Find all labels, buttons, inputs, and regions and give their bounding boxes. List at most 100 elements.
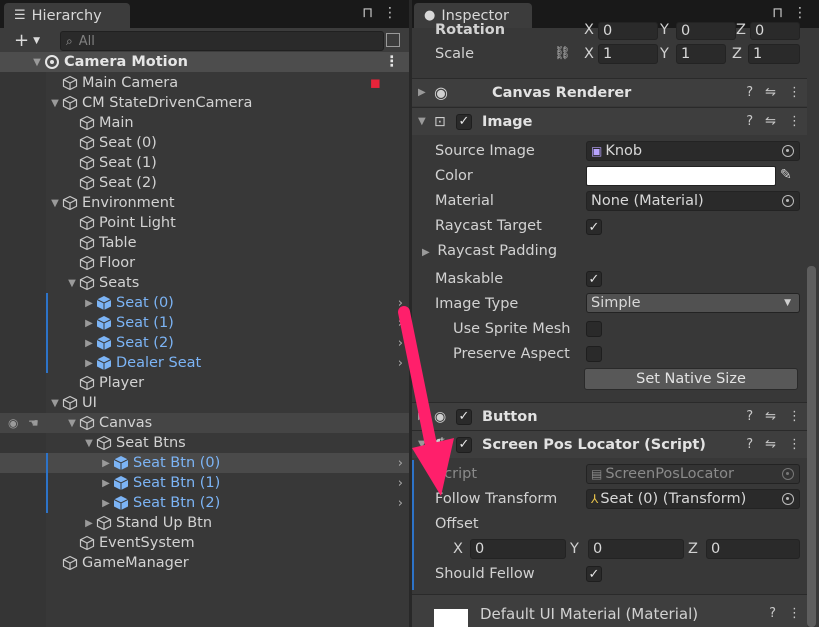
canvas-renderer-header[interactable]: ▶ ◉ Canvas Renderer ? ⇋ ⋮ [412,78,807,106]
lock-icon[interactable]: ⊓ [772,5,783,21]
hierarchy-row[interactable]: Player [0,373,409,393]
open-prefab-chevron-icon[interactable]: › [398,356,403,371]
object-picker-icon[interactable] [782,195,794,207]
inspector-scrollbar[interactable] [807,266,816,627]
collapsed-arrow-icon[interactable]: ▶ [99,458,113,469]
expanded-arrow-icon[interactable]: ▼ [65,278,79,289]
collapsed-arrow-icon[interactable]: ▶ [82,298,96,309]
help-icon[interactable]: ? [746,437,753,452]
search-options-icon[interactable] [386,33,400,47]
set-native-size-button[interactable]: Set Native Size [584,368,798,390]
scale-x-field[interactable]: 1 [598,44,658,64]
help-icon[interactable]: ? [746,85,753,100]
hierarchy-row[interactable]: ▼ Environment [0,193,409,213]
follow-transform-field[interactable]: ⅄ Seat (0) (Transform) [586,489,800,509]
open-prefab-chevron-icon[interactable]: › [398,316,403,331]
preset-icon[interactable]: ⇋ [765,409,776,424]
image-type-dropdown[interactable]: Simple ▼ [586,293,800,313]
rotation-y-field[interactable]: 0 [676,22,736,40]
offset-z-field[interactable]: 0 [706,539,800,559]
material-field[interactable]: None (Material) [586,191,800,211]
hierarchy-row[interactable]: ▶ Stand Up Btn [0,513,409,533]
more-options-icon[interactable]: ⋮ [385,54,400,70]
preserve-aspect-checkbox[interactable] [586,346,602,362]
source-image-field[interactable]: ▣ Knob [586,141,800,161]
hierarchy-row[interactable]: Main [0,113,409,133]
rotation-z-field[interactable]: 0 [750,22,800,40]
button-enabled-checkbox[interactable]: ✓ [456,408,472,425]
expanded-arrow-icon[interactable]: ▼ [48,198,62,209]
help-icon[interactable]: ? [746,114,753,129]
material-header[interactable]: Default UI Material (Material) ? ⋮ [412,594,807,627]
use-sprite-mesh-checkbox[interactable] [586,321,602,337]
scale-y-field[interactable]: 1 [676,44,726,64]
add-button[interactable]: + ▼ [14,28,40,53]
button-header[interactable]: ▶ ◉ ✓ Button ? ⇋ ⋮ [412,402,807,430]
more-options-icon[interactable]: ⋮ [788,437,801,452]
hierarchy-row[interactable]: ▶ Seat (1) › [0,313,409,333]
hierarchy-row[interactable]: Seat (2) [0,173,409,193]
preset-icon[interactable]: ⇋ [765,114,776,129]
more-options-icon[interactable]: ⋮ [788,114,801,129]
eyedropper-icon[interactable]: ✎ [780,167,792,183]
lock-icon[interactable]: ⊓ [362,5,373,21]
hierarchy-row[interactable]: ▼ UI [0,393,409,413]
expanded-arrow-icon[interactable]: ▼ [65,418,79,429]
hierarchy-row[interactable]: Floor [0,253,409,273]
raycast-target-checkbox[interactable]: ✓ [586,219,602,235]
maskable-checkbox[interactable]: ✓ [586,271,602,287]
expanded-arrow-icon[interactable]: ▼ [48,98,62,109]
image-header[interactable]: ▼ ⊡ ✓ Image ? ⇋ ⋮ [412,107,807,135]
hierarchy-row[interactable]: ▶ Dealer Seat › [0,353,409,373]
scene-row[interactable]: ▼ Camera Motion ⋮ [0,52,409,72]
hierarchy-row[interactable]: ▶ Seat Btn (1) › [0,473,409,493]
help-icon[interactable]: ? [746,409,753,424]
hierarchy-row[interactable]: ▶ Seat (0) › [0,293,409,313]
scale-z-field[interactable]: 1 [748,44,800,64]
visibility-eye-icon[interactable]: ◉ [8,416,18,430]
hierarchy-row[interactable]: Table [0,233,409,253]
preset-icon[interactable]: ⇋ [765,85,776,100]
more-options-icon[interactable]: ⋮ [788,606,801,621]
tab-hierarchy[interactable]: ☰ Hierarchy [4,3,130,28]
hierarchy-row[interactable]: ▼ Canvas [0,413,409,433]
should-fellow-checkbox[interactable]: ✓ [586,566,602,582]
hierarchy-row[interactable]: EventSystem [0,533,409,553]
open-prefab-chevron-icon[interactable]: › [398,456,403,471]
collapsed-arrow-icon[interactable]: ▶ [82,518,96,529]
hierarchy-row[interactable]: ▶ Seat Btn (2) › [0,493,409,513]
raycast-padding-foldout[interactable]: ▶ Raycast Padding [422,243,557,259]
hierarchy-row[interactable]: ▼ Seat Btns [0,433,409,453]
constrain-link-icon[interactable]: ⛓ [554,46,571,61]
more-options-icon[interactable]: ⋮ [383,5,397,21]
object-picker-icon[interactable] [782,493,794,505]
hierarchy-row[interactable]: Main Camera ◼ [0,73,409,93]
collapsed-arrow-icon[interactable]: ▶ [82,358,96,369]
screen-pos-locator-enabled-checkbox[interactable]: ✓ [456,436,472,453]
offset-y-field[interactable]: 0 [588,539,684,559]
collapsed-arrow-icon[interactable]: ▶ [99,498,113,509]
hierarchy-row[interactable]: ▼ CM StateDrivenCamera [0,93,409,113]
open-prefab-chevron-icon[interactable]: › [398,336,403,351]
collapsed-arrow-icon[interactable]: ▶ [99,478,113,489]
more-options-icon[interactable]: ⋮ [788,85,801,100]
collapsed-arrow-icon[interactable]: ▶ [82,318,96,329]
collapsed-arrow-icon[interactable]: ▶ [82,338,96,349]
hierarchy-row[interactable]: GameManager [0,553,409,573]
hierarchy-row[interactable]: Point Light [0,213,409,233]
more-options-icon[interactable]: ⋮ [788,409,801,424]
open-prefab-chevron-icon[interactable]: › [398,476,403,491]
hierarchy-row[interactable]: ▶ Seat (2) › [0,333,409,353]
object-picker-icon[interactable] [782,145,794,157]
screen-pos-locator-header[interactable]: ▼ ❡ ✓ Screen Pos Locator (Script) ? ⇋ ⋮ [412,430,807,458]
rotation-x-field[interactable]: 0 [598,22,658,40]
expanded-arrow-icon[interactable]: ▼ [30,57,44,68]
pickable-hand-icon[interactable]: ☚ [28,416,39,430]
hierarchy-row[interactable]: ▶ Seat Btn (0) › [0,453,409,473]
offset-x-field[interactable]: 0 [470,539,566,559]
hierarchy-search[interactable]: ⌕ All [60,31,384,51]
more-options-icon[interactable]: ⋮ [793,5,807,21]
image-enabled-checkbox[interactable]: ✓ [456,113,472,130]
color-swatch[interactable] [586,166,776,186]
hierarchy-row[interactable]: Seat (1) [0,153,409,173]
